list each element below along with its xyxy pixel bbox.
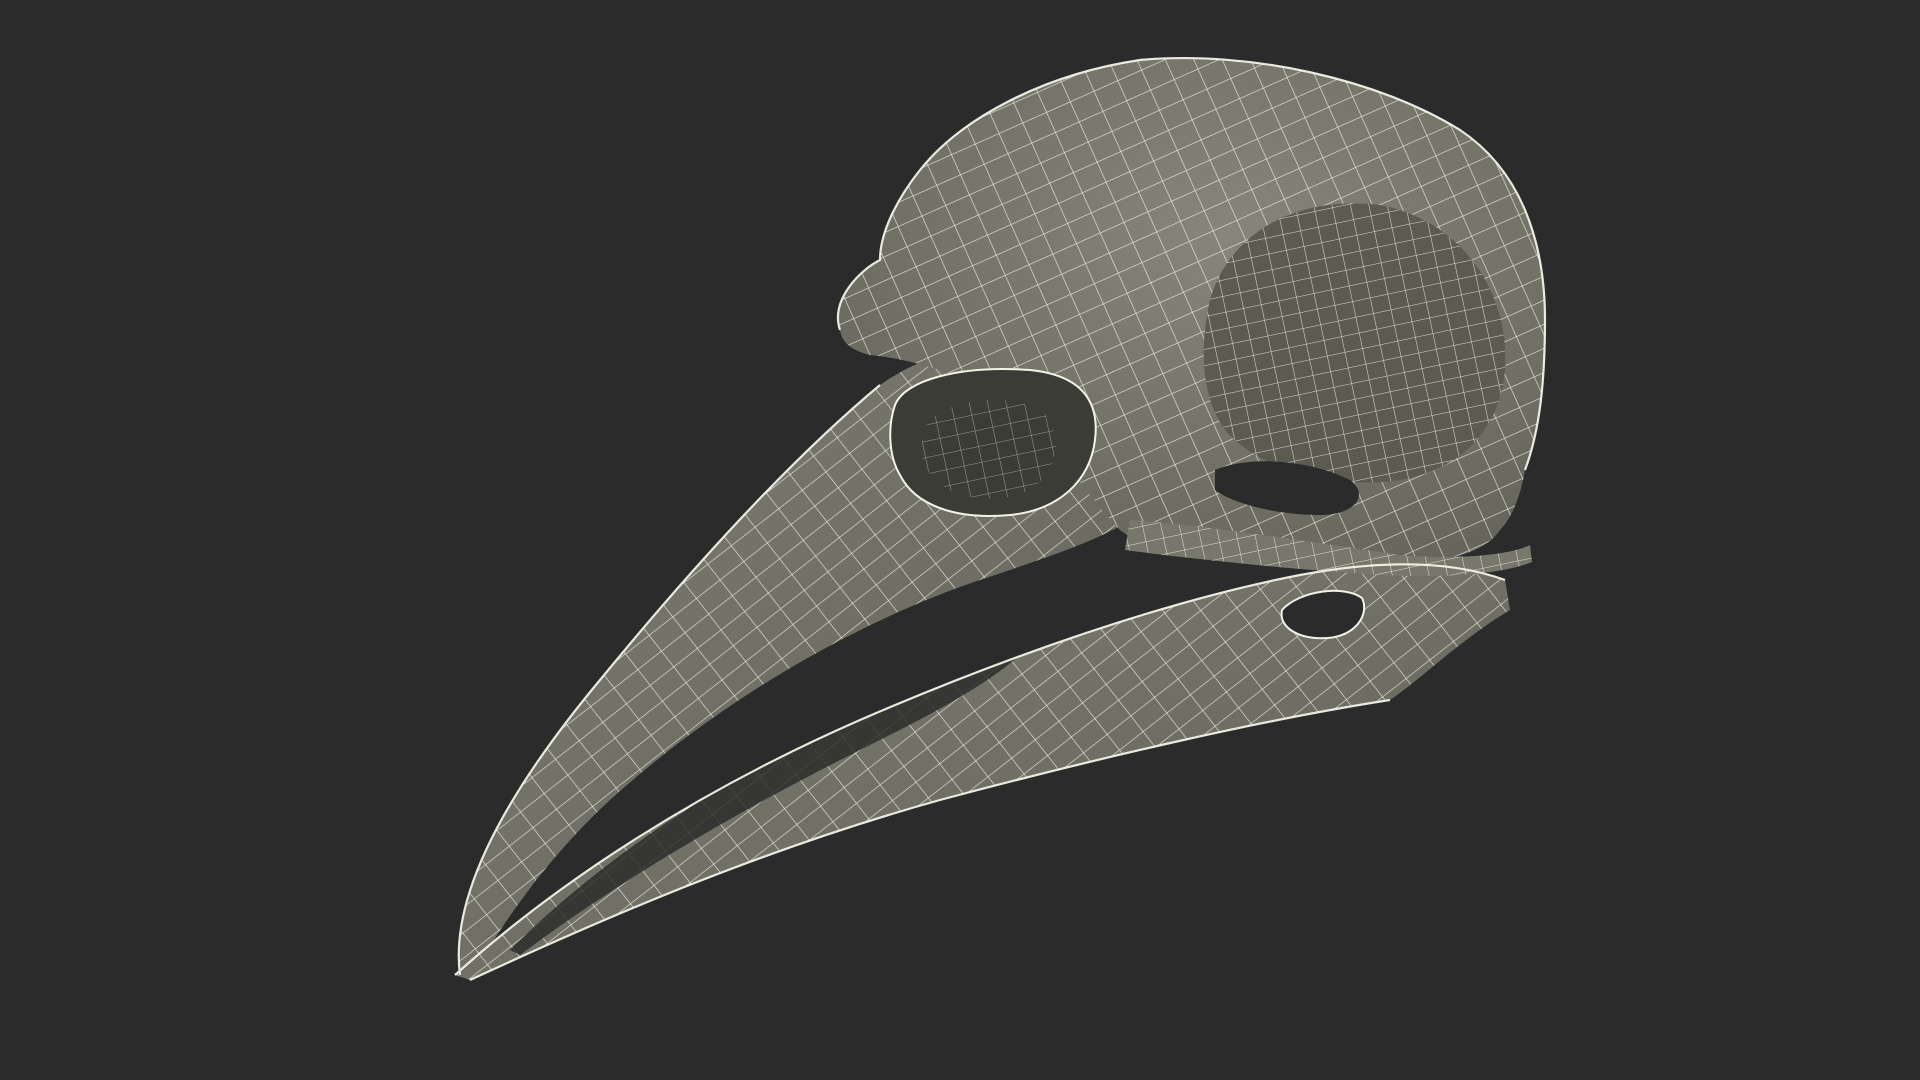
render-viewport xyxy=(0,0,1920,1080)
wireframe-render xyxy=(454,57,1547,981)
nasal-opening xyxy=(889,368,1097,517)
